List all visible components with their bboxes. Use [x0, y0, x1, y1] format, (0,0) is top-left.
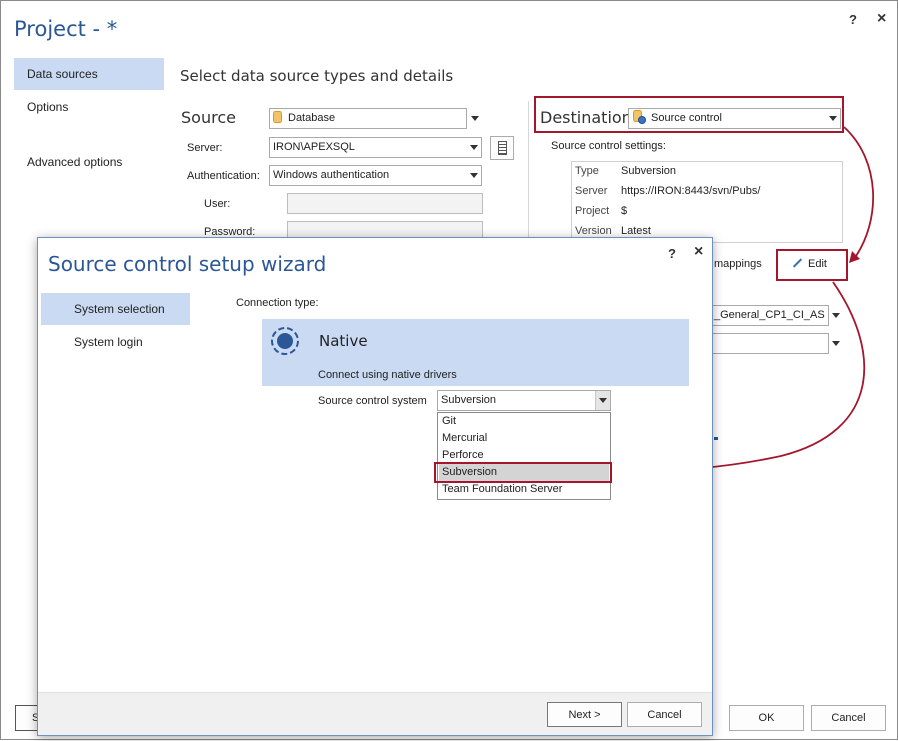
wizard-nav-system-selection[interactable]: System selection: [41, 293, 190, 325]
chevron-down-icon[interactable]: [595, 391, 610, 410]
connection-type-label: Connection type:: [236, 297, 319, 309]
wizard-help-icon[interactable]: ?: [668, 246, 676, 261]
wizard-nav-system-login[interactable]: System login: [41, 326, 190, 358]
subversion-highlight: [434, 462, 612, 483]
source-control-system-label: Source control system: [318, 395, 427, 407]
wizard-title: Source control setup wizard: [48, 252, 327, 276]
source-control-system-options: Git Mercurial Perforce Subversion Team F…: [437, 412, 611, 500]
native-radio-icon: [271, 327, 299, 355]
native-description: Connect using native drivers: [318, 369, 457, 381]
option-git[interactable]: Git: [439, 413, 609, 430]
next-button[interactable]: Next >: [547, 702, 622, 727]
native-title: Native: [319, 332, 368, 350]
wizard-cancel-button[interactable]: Cancel: [627, 702, 702, 727]
source-control-system-combo[interactable]: Subversion: [437, 390, 611, 411]
wizard-close-icon[interactable]: ×: [694, 243, 703, 261]
option-team-foundation-server[interactable]: Team Foundation Server: [439, 481, 609, 498]
source-control-wizard-dialog: Source control setup wizard ? × System s…: [37, 237, 713, 736]
wizard-footer: Next > Cancel: [38, 692, 712, 735]
annotation-arrow-destination-to-edit: [843, 126, 875, 260]
option-mercurial[interactable]: Mercurial: [439, 430, 609, 447]
native-option-panel[interactable]: Native Connect using native drivers: [262, 319, 689, 386]
source-control-system-value: Subversion: [441, 394, 497, 406]
